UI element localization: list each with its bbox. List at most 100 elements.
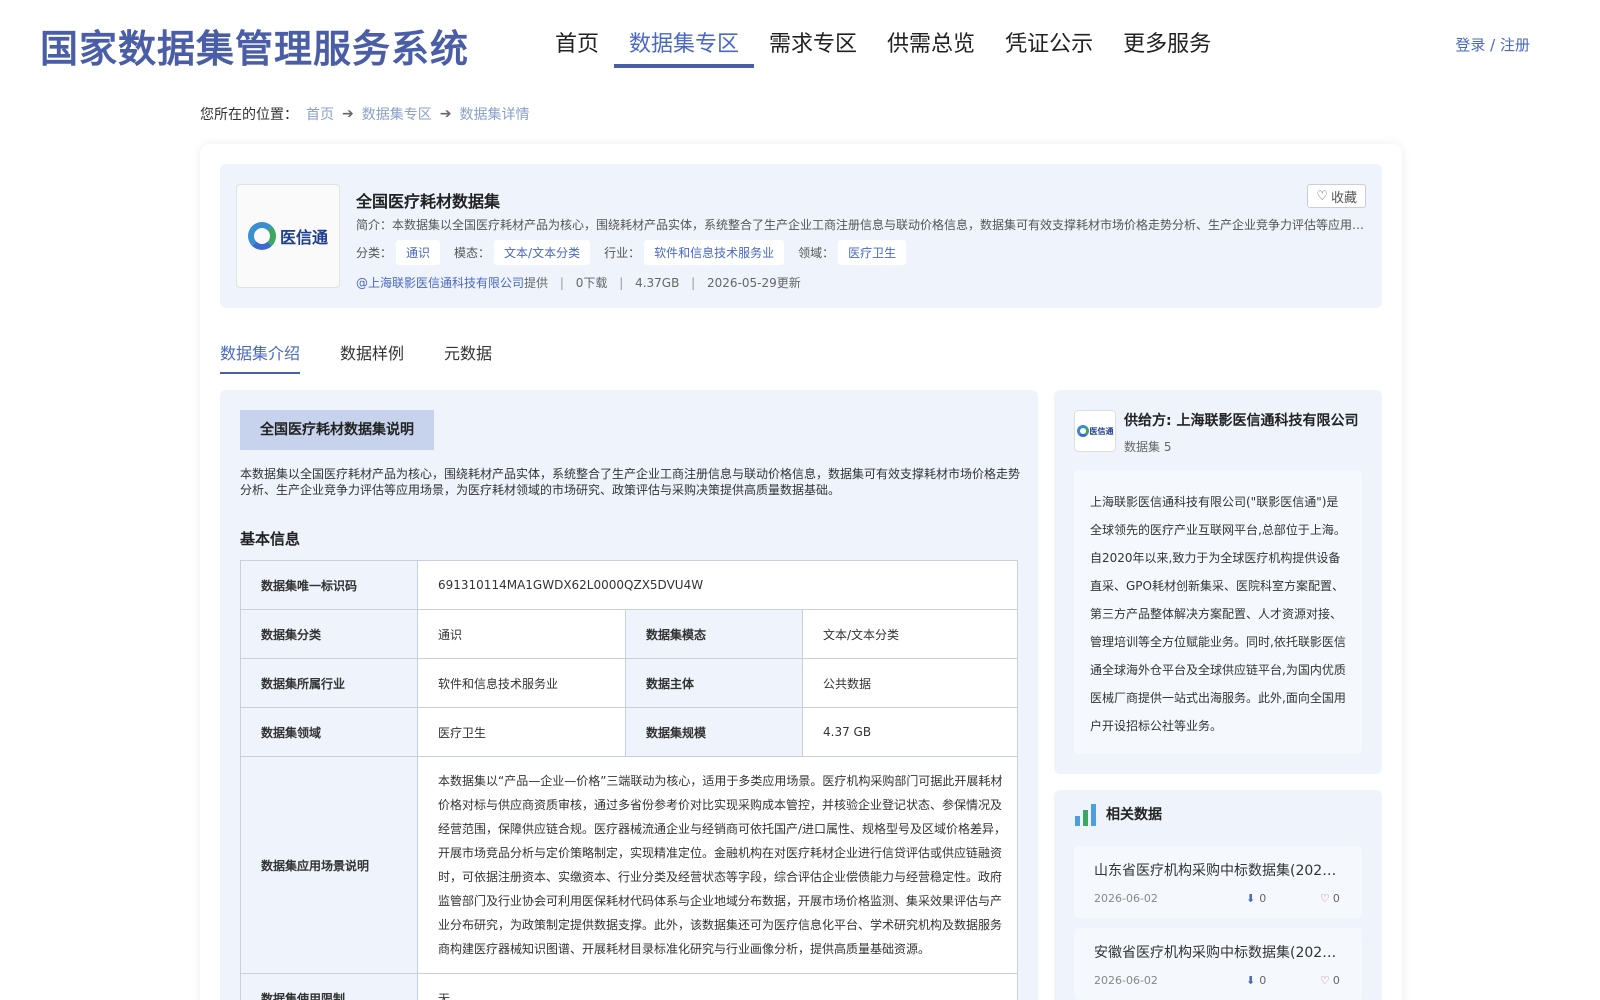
intro-description: 本数据集以全国医疗耗材产品为核心，围绕耗材产品实体，系统整合了生产企业工商注册信… — [240, 467, 1021, 497]
related-item-downloads: ⬇ 0 — [1246, 974, 1266, 987]
related-item-title[interactable]: 安徽省医疗机构采购中标数据集(2025年) — [1094, 942, 1344, 962]
table-value: 医疗卫生 — [417, 707, 626, 757]
download-value: 0 — [1259, 892, 1267, 905]
like-value: 0 — [1332, 892, 1340, 905]
table-key: 数据集所属行业 — [240, 658, 418, 708]
table-key: 数据集使用限制 — [240, 973, 418, 1000]
tag-label-category: 分类： — [356, 246, 393, 260]
detail-tabs: 数据集介绍 数据样例 元数据 — [220, 340, 532, 374]
dataset-size: 4.37GB — [635, 276, 680, 290]
heart-icon: ♡ — [1320, 892, 1330, 905]
related-item[interactable]: 山东省医疗机构采购中标数据集(2025年) 2026-06-02 ⬇ 0 ♡ 0 — [1074, 846, 1362, 918]
heart-icon: ♡ — [1316, 188, 1328, 204]
related-item-date: 2026-06-02 — [1094, 974, 1158, 987]
tag-label-modality: 模态： — [454, 246, 491, 260]
dataset-summary: 简介：本数据集以全国医疗耗材产品为核心，围绕耗材产品实体，系统整合了生产企业工商… — [356, 218, 1366, 232]
table-key: 数据集唯一标识码 — [240, 560, 418, 610]
related-data-panel: 相关数据 山东省医疗机构采购中标数据集(2025年) 2026-06-02 ⬇ 0… — [1054, 790, 1382, 1000]
bar-chart-icon — [1074, 802, 1098, 826]
tab-metadata[interactable]: 元数据 — [444, 340, 492, 374]
table-key: 数据集分类 — [240, 609, 418, 659]
provider-line: @上海联影医信通科技有限公司提供 | 0下载 | 4.37GB | 2026-0… — [356, 274, 801, 291]
table-key: 数据集应用场景说明 — [240, 756, 418, 974]
table-value: 公共数据 — [802, 658, 1018, 708]
nav-demands[interactable]: 需求专区 — [754, 28, 872, 68]
dataset-title: 全国医疗耗材数据集 — [356, 192, 501, 211]
heart-icon: ♡ — [1320, 974, 1330, 987]
related-item-downloads: ⬇ 0 — [1246, 892, 1266, 905]
intro-section-title: 全国医疗耗材数据集说明 — [240, 410, 434, 450]
tag-label-industry: 行业： — [604, 246, 641, 260]
site-title[interactable]: 国家数据集管理服务系统 — [40, 18, 469, 73]
table-key: 数据集模态 — [625, 609, 803, 659]
separator: | — [619, 276, 624, 290]
logo-ring-icon — [247, 222, 276, 250]
related-item-title[interactable]: 山东省医疗机构采购中标数据集(2025年) — [1094, 860, 1344, 880]
table-value: 本数据集以“产品—企业—价格”三端联动为核心，适用于多类应用场景。医疗机构采购部… — [417, 756, 1018, 974]
main-nav: 首页 数据集专区 需求专区 供需总览 凭证公示 更多服务 — [540, 28, 1226, 68]
table-row: 数据集唯一标识码 691310114MA1GWDX62L0000QZX5DVU4… — [240, 560, 1018, 610]
tag-domain[interactable]: 医疗卫生 — [838, 240, 907, 265]
tab-intro[interactable]: 数据集介绍 — [220, 340, 301, 374]
breadcrumb-detail[interactable]: 数据集详情 — [459, 104, 529, 124]
breadcrumb-label: 您所在的位置： — [200, 107, 298, 123]
table-key: 数据集规模 — [625, 707, 803, 757]
download-icon: ⬇ — [1246, 974, 1256, 987]
table-row: 数据集应用场景说明 本数据集以“产品—企业—价格”三端联动为核心，适用于多类应用… — [240, 756, 1018, 974]
basic-info-table: 数据集唯一标识码 691310114MA1GWDX62L0000QZX5DVU4… — [240, 560, 1018, 1000]
table-value: 文本/文本分类 — [802, 609, 1018, 659]
breadcrumb-datasets[interactable]: 数据集专区 — [362, 104, 432, 124]
table-value: 无 — [417, 973, 1018, 1000]
table-row: 数据集分类 通识 数据集模态 文本/文本分类 — [240, 609, 1018, 659]
download-value: 0 — [1259, 974, 1267, 987]
nav-more[interactable]: 更多服务 — [1108, 28, 1226, 68]
favorite-label: 收藏 — [1330, 190, 1357, 206]
nav-certificates[interactable]: 凭证公示 — [990, 28, 1108, 68]
tab-samples[interactable]: 数据样例 — [340, 340, 404, 374]
tag-label-domain: 领域： — [798, 246, 835, 260]
table-key: 数据主体 — [625, 658, 803, 708]
supplier-dataset-count: 数据集 5 — [1124, 440, 1172, 454]
tag-industry[interactable]: 软件和信息技术服务业 — [644, 240, 785, 265]
provider-suffix: 提供 — [524, 276, 549, 290]
separator: | — [691, 276, 696, 290]
provider-link[interactable]: @上海联影医信通科技有限公司 — [356, 276, 524, 290]
arrow-right-icon: ➔ — [342, 106, 354, 122]
dataset-logo: 医信通 — [236, 184, 340, 288]
login-register-link[interactable]: 登录 / 注册 — [1455, 34, 1530, 55]
related-item-likes[interactable]: ♡ 0 — [1320, 974, 1340, 987]
supplier-logo[interactable]: 医信通 — [1074, 410, 1116, 452]
breadcrumb: 您所在的位置： 首页 ➔ 数据集专区 ➔ 数据集详情 — [200, 104, 529, 124]
tag-category[interactable]: 通识 — [396, 240, 441, 265]
related-item[interactable]: 安徽省医疗机构采购中标数据集(2025年) 2026-06-02 ⬇ 0 ♡ 0 — [1074, 928, 1362, 1000]
supplier-panel: 医信通 供给方: 上海联影医信通科技有限公司 数据集 5 上海联影医信通科技有限… — [1054, 390, 1382, 774]
table-key: 数据集领域 — [240, 707, 418, 757]
favorite-button[interactable]: ♡ 收藏 — [1307, 184, 1366, 208]
supplier-description: 上海联影医信通科技有限公司("联影医信通")是全球领先的医疗产业互联网平台,总部… — [1074, 470, 1362, 754]
table-row: 数据集所属行业 软件和信息技术服务业 数据主体 公共数据 — [240, 658, 1018, 708]
dataset-detail-card: 医信通 全国医疗耗材数据集 简介：本数据集以全国医疗耗材产品为核心，围绕耗材产品… — [200, 144, 1402, 1000]
separator: | — [559, 276, 564, 290]
tag-modality[interactable]: 文本/文本分类 — [494, 240, 591, 265]
table-value: 软件和信息技术服务业 — [417, 658, 626, 708]
basic-info-title: 基本信息 — [240, 530, 301, 548]
supplier-logo-text: 医信通 — [1089, 426, 1114, 436]
related-item-date: 2026-06-02 — [1094, 892, 1158, 905]
nav-datasets[interactable]: 数据集专区 — [614, 28, 755, 68]
nav-overview[interactable]: 供需总览 — [872, 28, 990, 68]
related-item-likes[interactable]: ♡ 0 — [1320, 892, 1340, 905]
nav-home[interactable]: 首页 — [540, 28, 614, 68]
dataset-tags: 分类： 通识 模态： 文本/文本分类 行业： 软件和信息技术服务业 领域： 医疗… — [356, 240, 920, 265]
table-row: 数据集使用限制 无 — [240, 973, 1018, 1000]
breadcrumb-home[interactable]: 首页 — [306, 104, 334, 124]
arrow-right-icon: ➔ — [439, 106, 452, 122]
related-title: 相关数据 — [1106, 807, 1162, 823]
table-value: 通识 — [417, 609, 626, 659]
logo-text: 医信通 — [279, 228, 328, 247]
like-value: 0 — [1332, 974, 1340, 987]
dataset-summary-panel: 医信通 全国医疗耗材数据集 简介：本数据集以全国医疗耗材产品为核心，围绕耗材产品… — [220, 164, 1382, 308]
table-row: 数据集领域 医疗卫生 数据集规模 4.37 GB — [240, 707, 1018, 757]
intro-panel: 全国医疗耗材数据集说明 本数据集以全国医疗耗材产品为核心，围绕耗材产品实体，系统… — [220, 390, 1038, 1000]
table-value: 4.37 GB — [802, 707, 1018, 757]
supplier-name[interactable]: 供给方: 上海联影医信通科技有限公司 — [1124, 410, 1358, 430]
